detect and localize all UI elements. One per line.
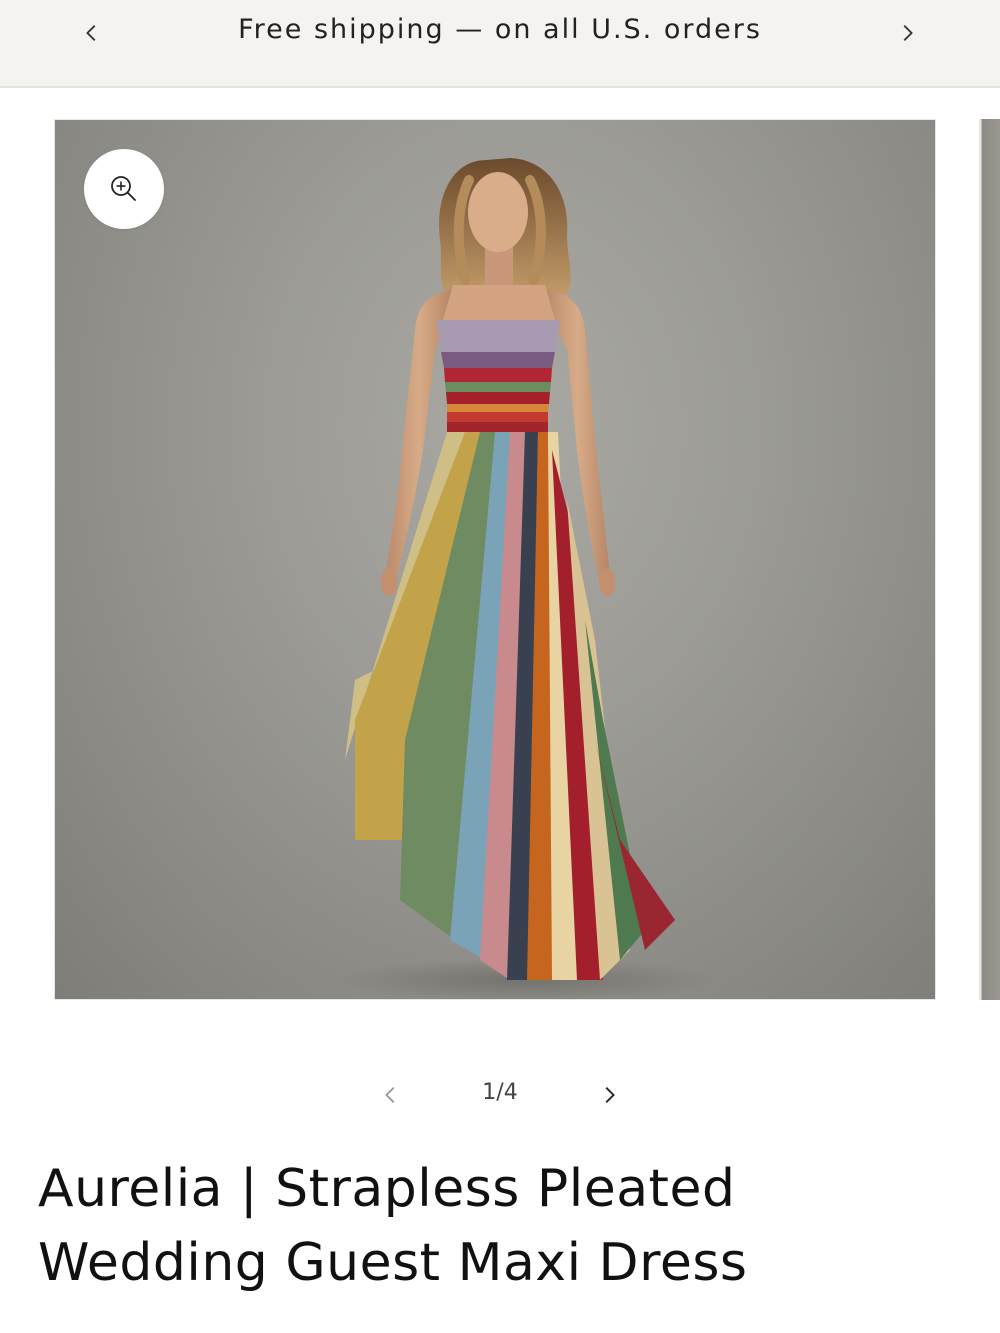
product-title: Aurelia | Strapless Pleated Wedding Gues… xyxy=(38,1159,748,1293)
slider-pager: 1/4 xyxy=(0,1070,1000,1120)
chevron-right-icon xyxy=(903,25,913,41)
slider-prev-button[interactable] xyxy=(371,1075,411,1115)
next-image-peek[interactable] xyxy=(979,119,1000,1000)
announcement-next-button[interactable] xyxy=(887,13,927,53)
slider-next-button[interactable] xyxy=(589,1075,629,1115)
announcement-bar: Free shipping — on all U.S. orders xyxy=(0,0,1000,88)
chevron-right-icon xyxy=(605,1087,615,1103)
slider-counter: 1/4 xyxy=(482,1080,518,1105)
zoom-in-icon xyxy=(111,176,136,201)
dress-model-illustration xyxy=(335,158,715,999)
zoom-button[interactable] xyxy=(84,149,164,229)
product-gallery[interactable] xyxy=(0,88,1000,1028)
chevron-left-icon xyxy=(385,1087,395,1103)
announcement-text: Free shipping — on all U.S. orders xyxy=(238,14,762,45)
product-image[interactable] xyxy=(54,119,936,1000)
